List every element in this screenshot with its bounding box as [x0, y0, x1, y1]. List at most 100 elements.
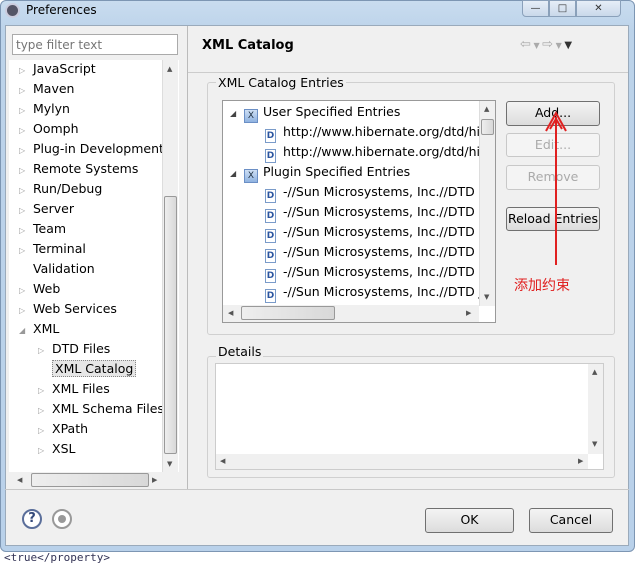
- tree-item-label: Team: [33, 221, 67, 236]
- catalog-entry[interactable]: D -//Sun Microsystems, Inc.//DTD Fa: [265, 264, 492, 283]
- tree-item-label: JavaScript: [33, 61, 96, 76]
- tree-item[interactable]: ▷ Mylyn: [19, 101, 70, 116]
- catalog-entry[interactable]: D -//Sun Microsystems, Inc.//DTD C: [265, 184, 487, 203]
- entry-label: -//Sun Microsystems, Inc.//DTD E: [283, 224, 487, 239]
- catalog-entry[interactable]: D -//Sun Microsystems, Inc.//DTD Fa: [265, 244, 492, 263]
- tree-item[interactable]: ▷ XML Files: [38, 381, 110, 396]
- tree-item[interactable]: ▷ XPath: [38, 421, 88, 436]
- collapsed-icon[interactable]: ▷: [19, 186, 33, 195]
- expanded-icon[interactable]: ◢: [230, 169, 244, 178]
- tree-item[interactable]: ▷ Plug-in Development: [19, 141, 164, 156]
- xml-catalog-icon: X: [244, 169, 258, 183]
- tree-item[interactable]: ▷ Web Services: [19, 301, 117, 316]
- details-horizontal-scrollbar[interactable]: ◀ ▶: [216, 454, 588, 469]
- collapsed-icon[interactable]: ▷: [19, 66, 33, 75]
- dtd-file-icon: D: [265, 229, 276, 243]
- collapsed-icon[interactable]: ▷: [19, 106, 33, 115]
- scrollbar-thumb[interactable]: [241, 306, 335, 320]
- tree-vertical-scrollbar[interactable]: ▲ ▼: [162, 60, 178, 472]
- collapsed-icon[interactable]: ▷: [19, 286, 33, 295]
- catalog-entry[interactable]: D -//Sun Microsystems, Inc.//DTD J2: [265, 284, 490, 303]
- collapsed-icon[interactable]: ▷: [38, 346, 52, 355]
- view-menu-icon[interactable]: ▼: [564, 40, 572, 51]
- annotation-arrow: [545, 110, 567, 265]
- collapsed-icon[interactable]: ▷: [19, 86, 33, 95]
- entries-vertical-scrollbar[interactable]: ▲ ▼: [479, 101, 495, 306]
- tree-item-label: Web: [33, 281, 61, 296]
- help-icon[interactable]: ?: [22, 509, 42, 529]
- tree-item[interactable]: ▷ Remote Systems: [19, 161, 138, 176]
- tree-item[interactable]: ▷ JavaScript: [19, 61, 96, 76]
- entry-group[interactable]: ◢ X User Specified Entries: [230, 104, 400, 123]
- catalog-entry[interactable]: Dhttp://www.hibernate.org/dtd/hib: [265, 144, 488, 163]
- filter-input[interactable]: [12, 34, 178, 55]
- collapsed-icon[interactable]: ▷: [38, 406, 52, 415]
- minimize-button[interactable]: —: [522, 0, 549, 17]
- tree-item[interactable]: ▷ Server: [19, 201, 74, 216]
- collapsed-icon[interactable]: ▷: [19, 306, 33, 315]
- tree-item[interactable]: ▷ Maven: [19, 81, 74, 96]
- tree-item-label: Plug-in Development: [33, 141, 164, 156]
- tree-item[interactable]: ▷ XML Schema Files: [38, 401, 164, 416]
- tree-item-label: DTD Files: [52, 341, 111, 356]
- collapsed-icon[interactable]: ▷: [19, 246, 33, 255]
- tree-item[interactable]: ▷ Team: [19, 221, 66, 236]
- ok-button[interactable]: OK: [425, 508, 514, 533]
- collapsed-icon[interactable]: ▷: [19, 146, 33, 155]
- entry-label: http://www.hibernate.org/dtd/hib: [283, 124, 488, 139]
- close-button[interactable]: ✕: [576, 0, 621, 17]
- collapsed-icon[interactable]: ▷: [38, 446, 52, 455]
- xml-catalog-icon: X: [244, 109, 258, 123]
- catalog-entry[interactable]: D -//Sun Microsystems, Inc.//DTD E: [265, 204, 487, 223]
- catalog-entry[interactable]: D -//Sun Microsystems, Inc.//DTD E: [265, 224, 487, 243]
- scrollbar-thumb[interactable]: [481, 119, 494, 135]
- details-vertical-scrollbar[interactable]: ▲ ▼: [588, 364, 603, 454]
- forward-arrow-icon[interactable]: ⇨: [542, 37, 553, 52]
- collapsed-icon[interactable]: ▷: [38, 386, 52, 395]
- tree-item[interactable]: ▷ DTD Files: [38, 341, 110, 356]
- scrollbar-thumb[interactable]: [164, 196, 177, 454]
- collapsed-icon[interactable]: ▷: [19, 206, 33, 215]
- record-icon[interactable]: [52, 509, 72, 529]
- tree-item[interactable]: Validation: [19, 261, 95, 276]
- dtd-file-icon: D: [265, 189, 276, 203]
- tree-item-label: Web Services: [33, 301, 117, 316]
- collapsed-icon[interactable]: ▷: [38, 426, 52, 435]
- dtd-file-icon: D: [265, 269, 276, 283]
- details-label: Details: [216, 344, 264, 359]
- tree-item[interactable]: ▷ XSL: [38, 441, 75, 456]
- entry-label: Plugin Specified Entries: [263, 164, 411, 179]
- header-separator: [188, 72, 628, 73]
- collapsed-icon[interactable]: ▷: [19, 226, 33, 235]
- tree-item[interactable]: ▷ Oomph: [19, 121, 79, 136]
- group-label: XML Catalog Entries: [216, 75, 346, 90]
- entries-horizontal-scrollbar[interactable]: ◀ ▶: [223, 305, 479, 322]
- expanded-icon[interactable]: ◢: [230, 109, 244, 118]
- tree-item[interactable]: ▷ Run/Debug: [19, 181, 102, 196]
- back-arrow-icon[interactable]: ⇦: [520, 37, 531, 52]
- cancel-button[interactable]: Cancel: [529, 508, 613, 533]
- entry-label: User Specified Entries: [263, 104, 401, 119]
- tree-item-label: XML Catalog: [52, 360, 137, 377]
- tree-horizontal-scrollbar[interactable]: ◀ ▶: [9, 472, 162, 489]
- collapsed-icon[interactable]: ▷: [19, 126, 33, 135]
- catalog-entry[interactable]: Dhttp://www.hibernate.org/dtd/hib: [265, 124, 488, 143]
- dtd-file-icon: D: [265, 209, 276, 223]
- dtd-file-icon: D: [265, 129, 276, 143]
- catalog-entries-tree: ◢ X User Specified Entries Dhttp://www.hibe…: [222, 100, 496, 323]
- entry-label: -//Sun Microsystems, Inc.//DTD J2: [283, 284, 491, 299]
- sash-divider[interactable]: [187, 26, 188, 490]
- collapsed-icon[interactable]: ▷: [19, 166, 33, 175]
- entry-group[interactable]: ◢ X Plugin Specified Entries: [230, 164, 410, 183]
- dtd-file-icon: D: [265, 149, 276, 163]
- preferences-tree: ▷ JavaScript ▷ Maven ▷ Mylyn ▷ Oomph ▷ Plug-in De…: [9, 60, 179, 472]
- expanded-icon[interactable]: ◢: [19, 326, 33, 335]
- tree-item-label: XML: [33, 321, 60, 336]
- tree-item[interactable]: XML Catalog: [38, 360, 137, 377]
- maximize-button[interactable]: □: [549, 0, 576, 17]
- tree-item[interactable]: ◢ XML: [19, 321, 59, 336]
- tree-item[interactable]: ▷ Web: [19, 281, 60, 296]
- tree-item-label: Maven: [33, 81, 75, 96]
- tree-item[interactable]: ▷ Terminal: [19, 241, 86, 256]
- scrollbar-thumb[interactable]: [31, 473, 149, 487]
